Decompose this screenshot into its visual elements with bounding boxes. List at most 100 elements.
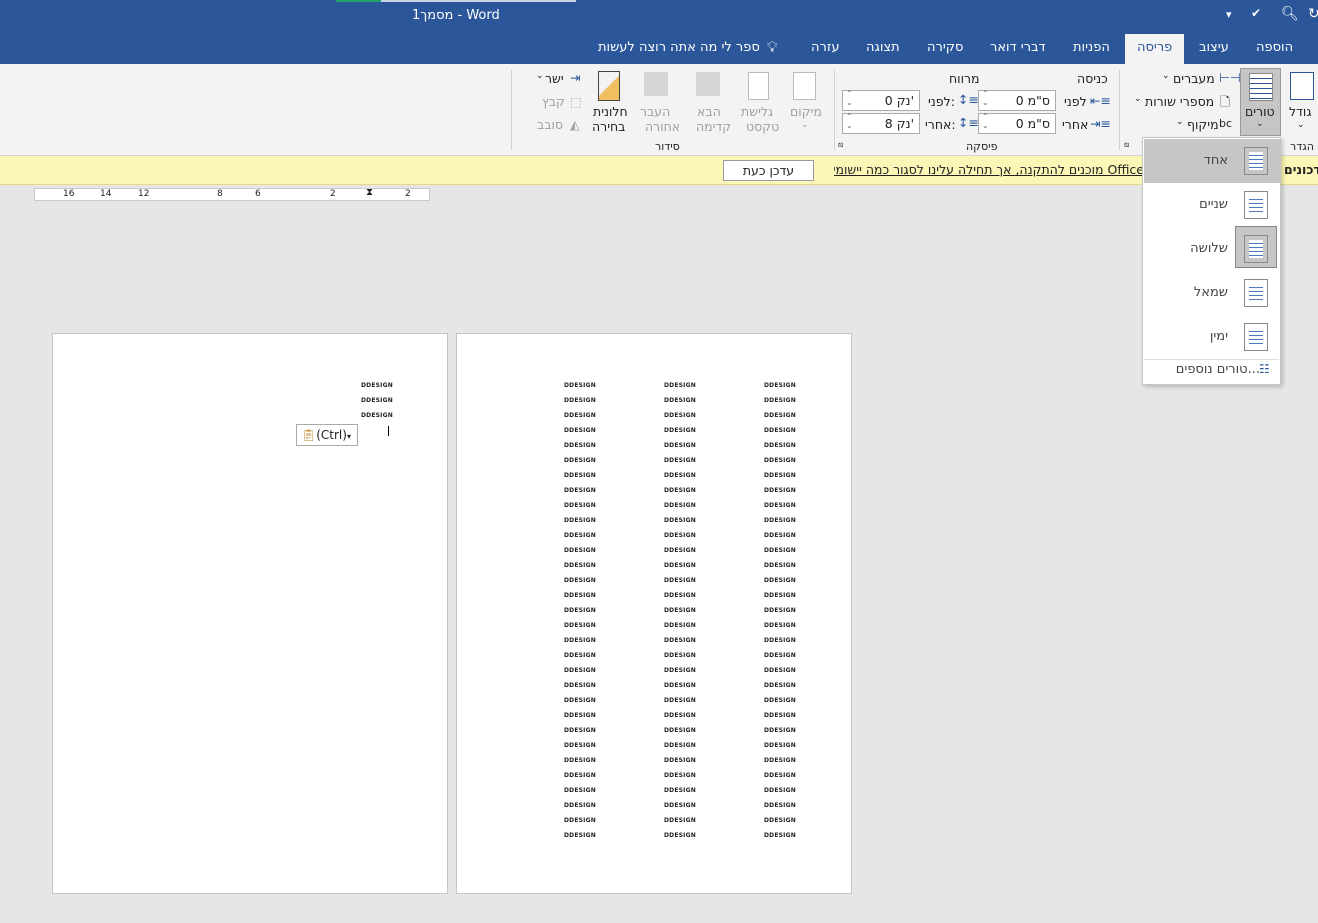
- divider: [511, 70, 512, 150]
- message-title: עדכונים: [1284, 162, 1318, 177]
- selection-pane-button[interactable]: חלונית: [593, 104, 628, 119]
- more-columns-item[interactable]: טורים נוספים...: [1144, 362, 1260, 377]
- text-line: DDESIGN: [564, 637, 596, 644]
- text-line: DDESIGN: [764, 577, 796, 584]
- columns-option-label: ימין: [1209, 329, 1228, 344]
- text-line: DDESIGN: [764, 547, 796, 554]
- text-line: DDESIGN: [664, 787, 696, 794]
- text-line: DDESIGN: [764, 502, 796, 509]
- group-button[interactable]: קבץ: [542, 94, 565, 109]
- spelling-icon[interactable]: ✔: [1251, 6, 1261, 20]
- text-line: DDESIGN: [764, 472, 796, 479]
- update-now-button[interactable]: עדכן כעת: [723, 160, 814, 181]
- hyphenation-button[interactable]: מיקוף: [1187, 117, 1219, 132]
- chevron-down-icon: ⌄: [1176, 117, 1184, 127]
- bring-forward-label: קדימה: [696, 119, 732, 134]
- page-setup-group-label: הגדר: [1290, 140, 1314, 153]
- rotate-button[interactable]: סובב: [537, 117, 563, 132]
- ruler-tick: 16: [63, 189, 75, 199]
- lightbulb-icon: 💡︎: [767, 38, 778, 56]
- tab-mailings[interactable]: דברי דואר: [990, 40, 1046, 55]
- redo-icon[interactable]: ↻: [1308, 6, 1318, 22]
- line-numbers-icon: 🗋: [1220, 94, 1231, 109]
- text-line: DDESIGN: [664, 487, 696, 494]
- text-line: DDESIGN: [764, 412, 796, 419]
- tab-view[interactable]: תצוגה: [866, 40, 900, 55]
- columns-option-4[interactable]: שמאל: [1144, 271, 1280, 315]
- indent-before-field[interactable]: 0 ס"מ: [978, 89, 1056, 111]
- tab-layout[interactable]: פריסה: [1125, 34, 1185, 64]
- page-1[interactable]: 📋︎(Ctrl)▾ DDESIGN DDESIGN DDESIGN: [52, 333, 448, 894]
- dialog-launcher-icon[interactable]: ⧅: [1124, 140, 1129, 150]
- size-button[interactable]: גודל: [1289, 104, 1312, 119]
- size-icon[interactable]: [1290, 72, 1314, 100]
- divider: [834, 70, 835, 150]
- customize-qat-icon[interactable]: ▾: [1226, 8, 1232, 21]
- text-line: DDESIGN: [764, 637, 796, 644]
- bring-forward-button[interactable]: הבא: [697, 104, 721, 119]
- position-icon: [793, 72, 816, 100]
- paragraph-group-label: פיסקה: [966, 140, 998, 153]
- text-line: DDESIGN: [664, 742, 696, 749]
- line-numbers-button[interactable]: מספרי שורות: [1145, 94, 1214, 109]
- tab-references[interactable]: הפניות: [1073, 40, 1110, 55]
- text-line: DDESIGN: [764, 772, 796, 779]
- text-line: DDESIGN: [664, 652, 696, 659]
- align-button[interactable]: ישר: [545, 71, 564, 86]
- columns-layout-icon: [1244, 279, 1268, 307]
- send-backward-button[interactable]: העבר: [640, 104, 670, 119]
- tab-help[interactable]: עזרה: [811, 40, 839, 55]
- columns-option-label: שמאל: [1193, 285, 1228, 300]
- text-line: DDESIGN: [764, 742, 796, 749]
- tab-review[interactable]: סקירה: [927, 40, 963, 55]
- columns-icon: [1249, 73, 1273, 101]
- tab-insert[interactable]: הוספה: [1256, 40, 1293, 55]
- columns-option-2[interactable]: שניים: [1144, 183, 1280, 227]
- text-line: DDESIGN: [664, 397, 696, 404]
- text-line: DDESIGN: [664, 532, 696, 539]
- print-preview-icon[interactable]: 🔍︎: [1281, 6, 1299, 22]
- text-line: DDESIGN: [664, 712, 696, 719]
- spacing-after-field[interactable]: 8 נק': [842, 112, 920, 134]
- text-line: DDESIGN: [564, 622, 596, 629]
- ruler-tick: 2: [330, 189, 336, 199]
- text-line: DDESIGN: [764, 607, 796, 614]
- text-line: DDESIGN: [664, 622, 696, 629]
- text-line: DDESIGN: [564, 727, 596, 734]
- tell-me-search[interactable]: ספר לי מה אתה רוצה לעשות: [598, 40, 760, 55]
- horizontal-ruler[interactable]: 16 14 12 8 6 2 2 ⧗: [34, 187, 430, 201]
- accent-line: [381, 0, 576, 2]
- text-line: DDESIGN: [564, 817, 596, 824]
- position-button[interactable]: מיקום: [790, 104, 822, 119]
- message-bar: עדכונים Office מוכנים להתקנה, אך תחילה ע…: [0, 156, 1318, 185]
- wrap-text-icon: [748, 72, 769, 100]
- wrap-text-button[interactable]: גלישת: [741, 104, 773, 119]
- tab-design[interactable]: עיצוב: [1199, 40, 1229, 55]
- paste-options-button[interactable]: 📋︎(Ctrl)▾: [296, 424, 358, 446]
- text-line: DDESIGN: [664, 607, 696, 614]
- indent-marker-icon[interactable]: ⧗: [366, 187, 373, 198]
- spacing-before-field[interactable]: 0 נק': [842, 89, 920, 111]
- message-text[interactable]: Office מוכנים להתקנה, אך תחילה עלינו לסג…: [834, 162, 1144, 177]
- text-line: DDESIGN: [764, 817, 796, 824]
- chevron-down-icon: ⌄: [1134, 94, 1142, 104]
- columns-option-3[interactable]: שלושה: [1144, 226, 1280, 271]
- spacing-before-icon: ↕≡: [958, 92, 979, 107]
- columns-option-1[interactable]: אחד: [1144, 139, 1280, 183]
- title-bar: מסמך1 - Word ▾ ✔ 🔍︎ ↻: [0, 0, 1318, 32]
- columns-option-5[interactable]: ימין: [1144, 315, 1280, 359]
- text-line: DDESIGN: [564, 697, 596, 704]
- text-line: DDESIGN: [564, 457, 596, 464]
- breaks-button[interactable]: מעברים: [1173, 71, 1215, 86]
- page-2[interactable]: DDESIGN DDESIGN DDESIGN DDESIGN DDESIGN DDESI…: [456, 333, 852, 894]
- ruler-tick: 14: [100, 189, 112, 199]
- text-line: DDESIGN: [764, 397, 796, 404]
- arrange-group-label: סידור: [655, 140, 680, 153]
- columns-button[interactable]: טורים ⌄: [1240, 68, 1281, 136]
- indent-after-field[interactable]: 0 ס"מ: [978, 112, 1056, 134]
- ruler-tick: 6: [255, 189, 261, 199]
- dialog-launcher-icon[interactable]: ⧅: [838, 140, 843, 150]
- text-line: DDESIGN: [764, 487, 796, 494]
- columns-icon: ☷: [1259, 362, 1270, 376]
- text-line: DDESIGN: [564, 787, 596, 794]
